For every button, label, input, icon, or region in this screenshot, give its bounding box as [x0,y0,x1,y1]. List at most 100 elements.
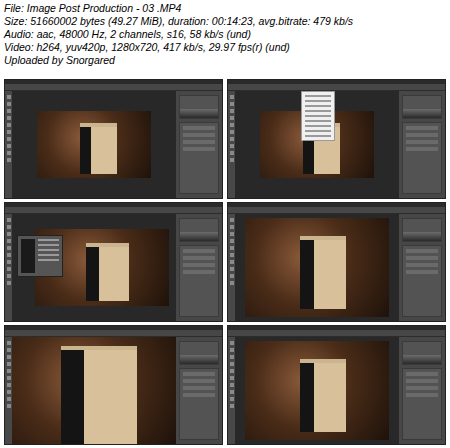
layers-panel [179,245,219,317]
tool-icon[interactable] [7,102,11,106]
layers-panel [402,245,442,317]
tool-icon[interactable] [230,362,234,366]
tool-strip [228,91,235,198]
tool-icon[interactable] [7,151,11,155]
product-box [80,123,117,173]
histogram-panel [179,218,219,242]
histogram-panel [402,95,442,119]
tool-icon[interactable] [230,376,234,380]
tool-icon[interactable] [7,362,11,366]
options-bar [228,207,445,214]
tool-icon[interactable] [7,130,11,134]
tool-icon[interactable] [230,390,234,394]
tool-icon[interactable] [230,116,234,120]
tool-icon[interactable] [7,239,11,243]
tool-icon[interactable] [7,397,11,401]
tool-icon[interactable] [230,225,234,229]
tool-icon[interactable] [7,376,11,380]
tool-icon[interactable] [230,130,234,134]
dialog[interactable] [17,235,63,277]
info-line: Uploaded by Snorgared [4,54,446,67]
tool-icon[interactable] [7,383,11,387]
tool-icon[interactable] [7,369,11,373]
tool-icon[interactable] [7,404,11,408]
tool-strip [5,91,12,198]
tool-icon[interactable] [230,383,234,387]
video-frame[interactable] [4,325,223,445]
tool-icon[interactable] [7,225,11,229]
tool-icon[interactable] [7,218,11,222]
workspace [12,337,176,444]
tool-icon[interactable] [230,281,234,285]
tool-icon[interactable] [230,158,234,162]
tool-icon[interactable] [7,260,11,264]
tool-icon[interactable] [230,253,234,257]
tool-icon[interactable] [230,260,234,264]
thumbnail-grid [0,76,450,448]
tool-icon[interactable] [230,246,234,250]
product-box [300,359,346,432]
options-bar [5,84,222,91]
workspace [235,91,399,198]
panels [176,91,222,198]
tool-icon[interactable] [230,404,234,408]
tool-icon[interactable] [7,246,11,250]
layers-panel [179,368,219,440]
tool-icon[interactable] [230,239,234,243]
tool-icon[interactable] [230,102,234,106]
tool-icon[interactable] [230,369,234,373]
tool-icon[interactable] [7,253,11,257]
tool-icon[interactable] [230,355,234,359]
workspace [12,214,176,321]
tool-icon[interactable] [230,232,234,236]
video-frame[interactable] [227,202,446,322]
tool-strip [5,337,12,444]
tool-icon[interactable] [7,281,11,285]
panels [399,214,445,321]
video-frame[interactable] [4,79,223,199]
histogram-panel [179,341,219,365]
workspace [235,337,399,444]
options-bar [5,207,222,214]
tool-icon[interactable] [7,116,11,120]
info-line: Video: h264, yuv420p, 1280x720, 417 kb/s… [4,41,446,54]
tool-icon[interactable] [7,232,11,236]
tool-icon[interactable] [230,109,234,113]
tool-icon[interactable] [230,137,234,141]
layers-panel [179,122,219,194]
video-frame[interactable] [227,325,446,445]
context-menu[interactable] [301,91,335,141]
tool-icon[interactable] [7,341,11,345]
tool-icon[interactable] [230,348,234,352]
layers-panel [402,122,442,194]
tool-icon[interactable] [7,390,11,394]
tool-icon[interactable] [230,123,234,127]
tool-icon[interactable] [7,267,11,271]
tool-icon[interactable] [7,109,11,113]
video-frame[interactable] [4,202,223,322]
tool-icon[interactable] [230,218,234,222]
options-bar [228,330,445,337]
photo [245,218,389,316]
tool-icon[interactable] [7,274,11,278]
tool-icon[interactable] [7,123,11,127]
histogram-panel [402,341,442,365]
tool-icon[interactable] [7,158,11,162]
panels [176,337,222,444]
file-info: File: Image Post Production - 03 .MP4Siz… [0,0,450,76]
tool-icon[interactable] [230,397,234,401]
tool-icon[interactable] [230,144,234,148]
tool-icon[interactable] [7,144,11,148]
tool-icon[interactable] [230,341,234,345]
tool-icon[interactable] [7,348,11,352]
video-frame[interactable] [227,79,446,199]
tool-icon[interactable] [7,137,11,141]
tool-icon[interactable] [230,95,234,99]
tool-icon[interactable] [230,151,234,155]
histogram-panel [179,95,219,119]
tool-icon[interactable] [7,355,11,359]
tool-icon[interactable] [230,274,234,278]
tool-icon[interactable] [7,95,11,99]
photo [12,337,176,444]
tool-icon[interactable] [230,267,234,271]
